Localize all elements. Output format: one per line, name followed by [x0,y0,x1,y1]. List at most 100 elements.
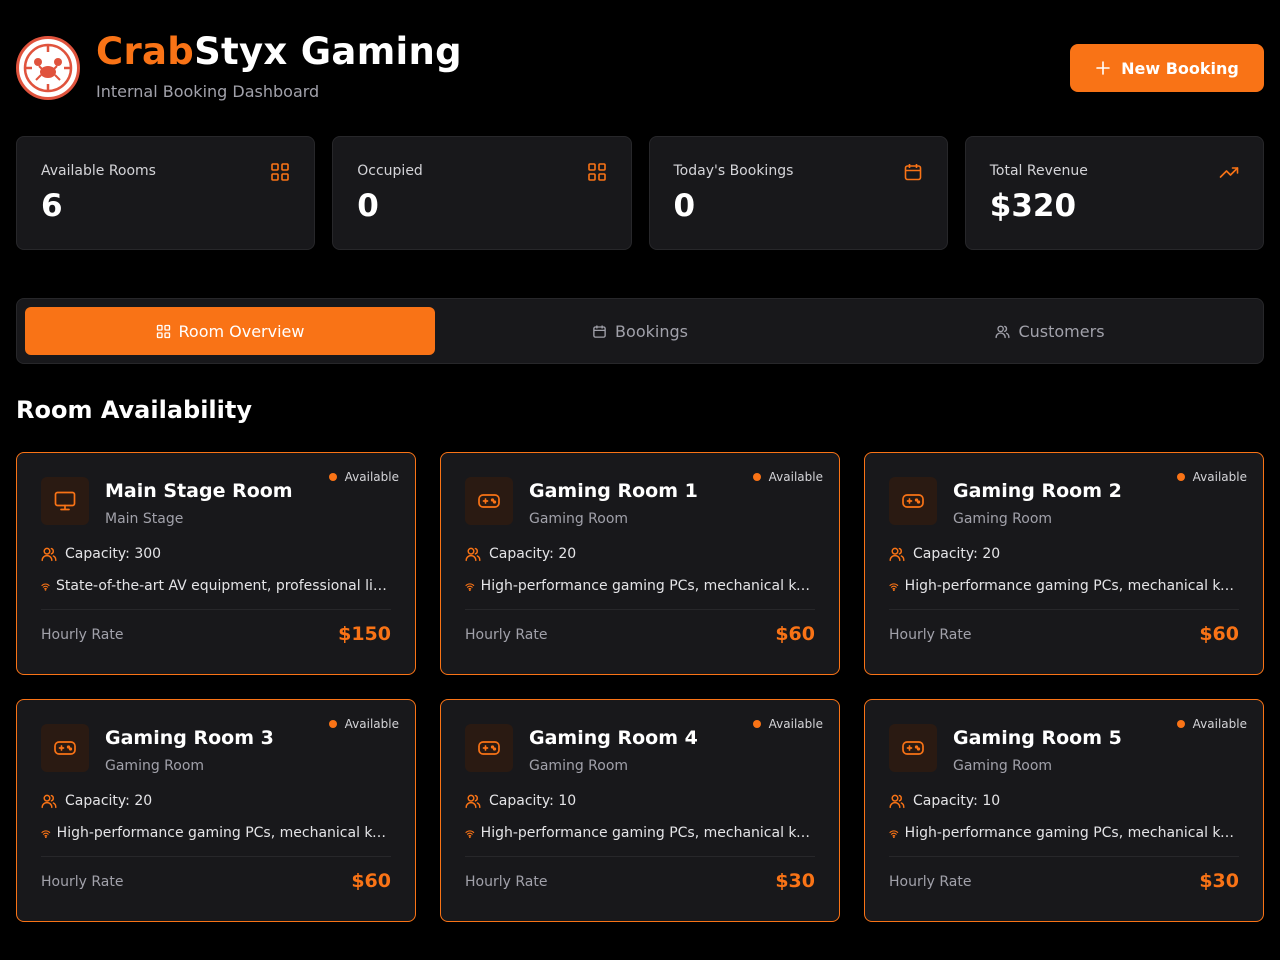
status-label: Available [344,470,399,484]
users-icon [465,547,481,562]
brand-title-accent: Crab [96,30,195,73]
status-badge: Available [752,717,823,731]
stat-card-total-revenue: Total Revenue $320 [964,136,1264,250]
room-capacity: Capacity: 10 [465,793,576,809]
rate-value: $60 [351,870,391,892]
crab-logo-icon [16,36,80,100]
rate-label: Hourly Rate [41,627,124,643]
rate-label: Hourly Rate [889,627,972,643]
header: CrabStyx Gaming Internal Booking Dashboa… [16,30,1264,101]
rate-label: Hourly Rate [41,874,124,890]
rate-label: Hourly Rate [889,874,972,890]
rate-value: $30 [775,870,815,892]
room-card-gaming-3[interactable]: Available Gaming Room 3 Gaming Room Capa… [16,699,416,922]
wifi-icon [41,829,51,838]
stat-label: Available Rooms [41,163,156,179]
room-features: State-of-the-art AV equipment, professio… [41,578,391,594]
status-badge: Available [328,717,399,731]
rate-value: $60 [1199,623,1239,645]
section-title: Room Availability [16,396,253,424]
status-label: Available [344,717,399,731]
room-features: High-performance gaming PCs, mechanical … [465,825,815,841]
room-card-gaming-2[interactable]: Available Gaming Room 2 Gaming Room Capa… [864,452,1264,675]
tab-label: Bookings [615,321,688,341]
calendar-icon [593,325,606,338]
room-card-gaming-1[interactable]: Available Gaming Room 1 Gaming Room Capa… [440,452,840,675]
users-icon [995,325,1011,338]
features-text: High-performance gaming PCs, mechanical … [56,825,391,841]
wifi-icon [889,829,899,838]
room-card-main-stage[interactable]: Available Main Stage Room Main Stage Cap… [16,452,416,675]
divider [41,609,391,610]
room-capacity: Capacity: 300 [41,546,161,562]
capacity-label: Capacity: 20 [65,793,153,809]
room-type: Gaming Room [529,758,629,774]
tab-customers[interactable]: Customers [845,307,1255,355]
stat-card-available-rooms: Available Rooms 6 [16,136,316,250]
tab-bar: Room Overview Bookings Customers [16,298,1264,364]
tab-label: Customers [1018,321,1105,341]
new-booking-button[interactable]: New Booking [1070,44,1264,92]
room-capacity: Capacity: 20 [889,546,1000,562]
features-text: High-performance gaming PCs, mechanical … [904,825,1239,841]
divider [889,609,1239,610]
wifi-icon [889,582,899,591]
status-dot [1176,720,1185,728]
brand-title: CrabStyx Gaming [96,30,462,73]
new-booking-label: New Booking [1121,58,1239,78]
rate-value: $150 [338,623,391,645]
capacity-label: Capacity: 10 [913,793,1001,809]
tab-bookings[interactable]: Bookings [435,307,845,355]
gamepad-icon [889,724,937,772]
plus-icon [1096,61,1110,75]
divider [889,856,1239,857]
status-dot [1176,473,1185,481]
room-name: Gaming Room 4 [529,727,698,749]
room-card-gaming-5[interactable]: Available Gaming Room 5 Gaming Room Capa… [864,699,1264,922]
users-icon [465,794,481,809]
users-icon [889,794,905,809]
brand-title-rest: Styx Gaming [194,30,462,73]
divider [465,609,815,610]
capacity-label: Capacity: 20 [913,546,1001,562]
users-icon [889,547,905,562]
status-label: Available [768,470,823,484]
room-type: Gaming Room [953,758,1053,774]
room-name: Gaming Room 5 [953,727,1122,749]
gamepad-icon [465,477,513,525]
wifi-icon [465,582,475,591]
grid-icon [271,163,290,181]
features-text: High-performance gaming PCs, mechanical … [480,825,815,841]
page-subtitle: Internal Booking Dashboard [96,82,320,101]
calendar-icon [904,164,922,181]
room-type: Gaming Room [953,511,1053,527]
room-features: High-performance gaming PCs, mechanical … [889,578,1239,594]
users-icon [41,547,57,562]
status-badge: Available [1176,470,1247,484]
room-capacity: Capacity: 20 [465,546,576,562]
room-type: Gaming Room [529,511,629,527]
status-dot [752,473,761,481]
room-card-gaming-4[interactable]: Available Gaming Room 4 Gaming Room Capa… [440,699,840,922]
room-grid: Available Main Stage Room Main Stage Cap… [16,452,1264,922]
room-type: Main Stage [105,511,184,527]
divider [465,856,815,857]
room-capacity: Capacity: 10 [889,793,1000,809]
monitor-icon [41,477,89,525]
stat-value: $320 [989,188,1077,224]
tab-room-overview[interactable]: Room Overview [25,307,435,355]
status-label: Available [1192,470,1247,484]
users-icon [41,794,57,809]
status-dot [328,473,337,481]
capacity-label: Capacity: 20 [489,546,577,562]
room-name: Gaming Room 3 [105,727,274,749]
features-text: High-performance gaming PCs, mechanical … [904,578,1239,594]
rate-value: $30 [1199,870,1239,892]
divider [41,856,391,857]
stat-value: 0 [357,188,379,224]
room-name: Gaming Room 2 [953,480,1122,502]
gamepad-icon [41,724,89,772]
stats-row: Available Rooms 6 Occupied 0 Today's Boo… [16,136,1264,250]
stat-card-todays-bookings: Today's Bookings 0 [648,136,948,250]
grid-icon [587,163,606,181]
